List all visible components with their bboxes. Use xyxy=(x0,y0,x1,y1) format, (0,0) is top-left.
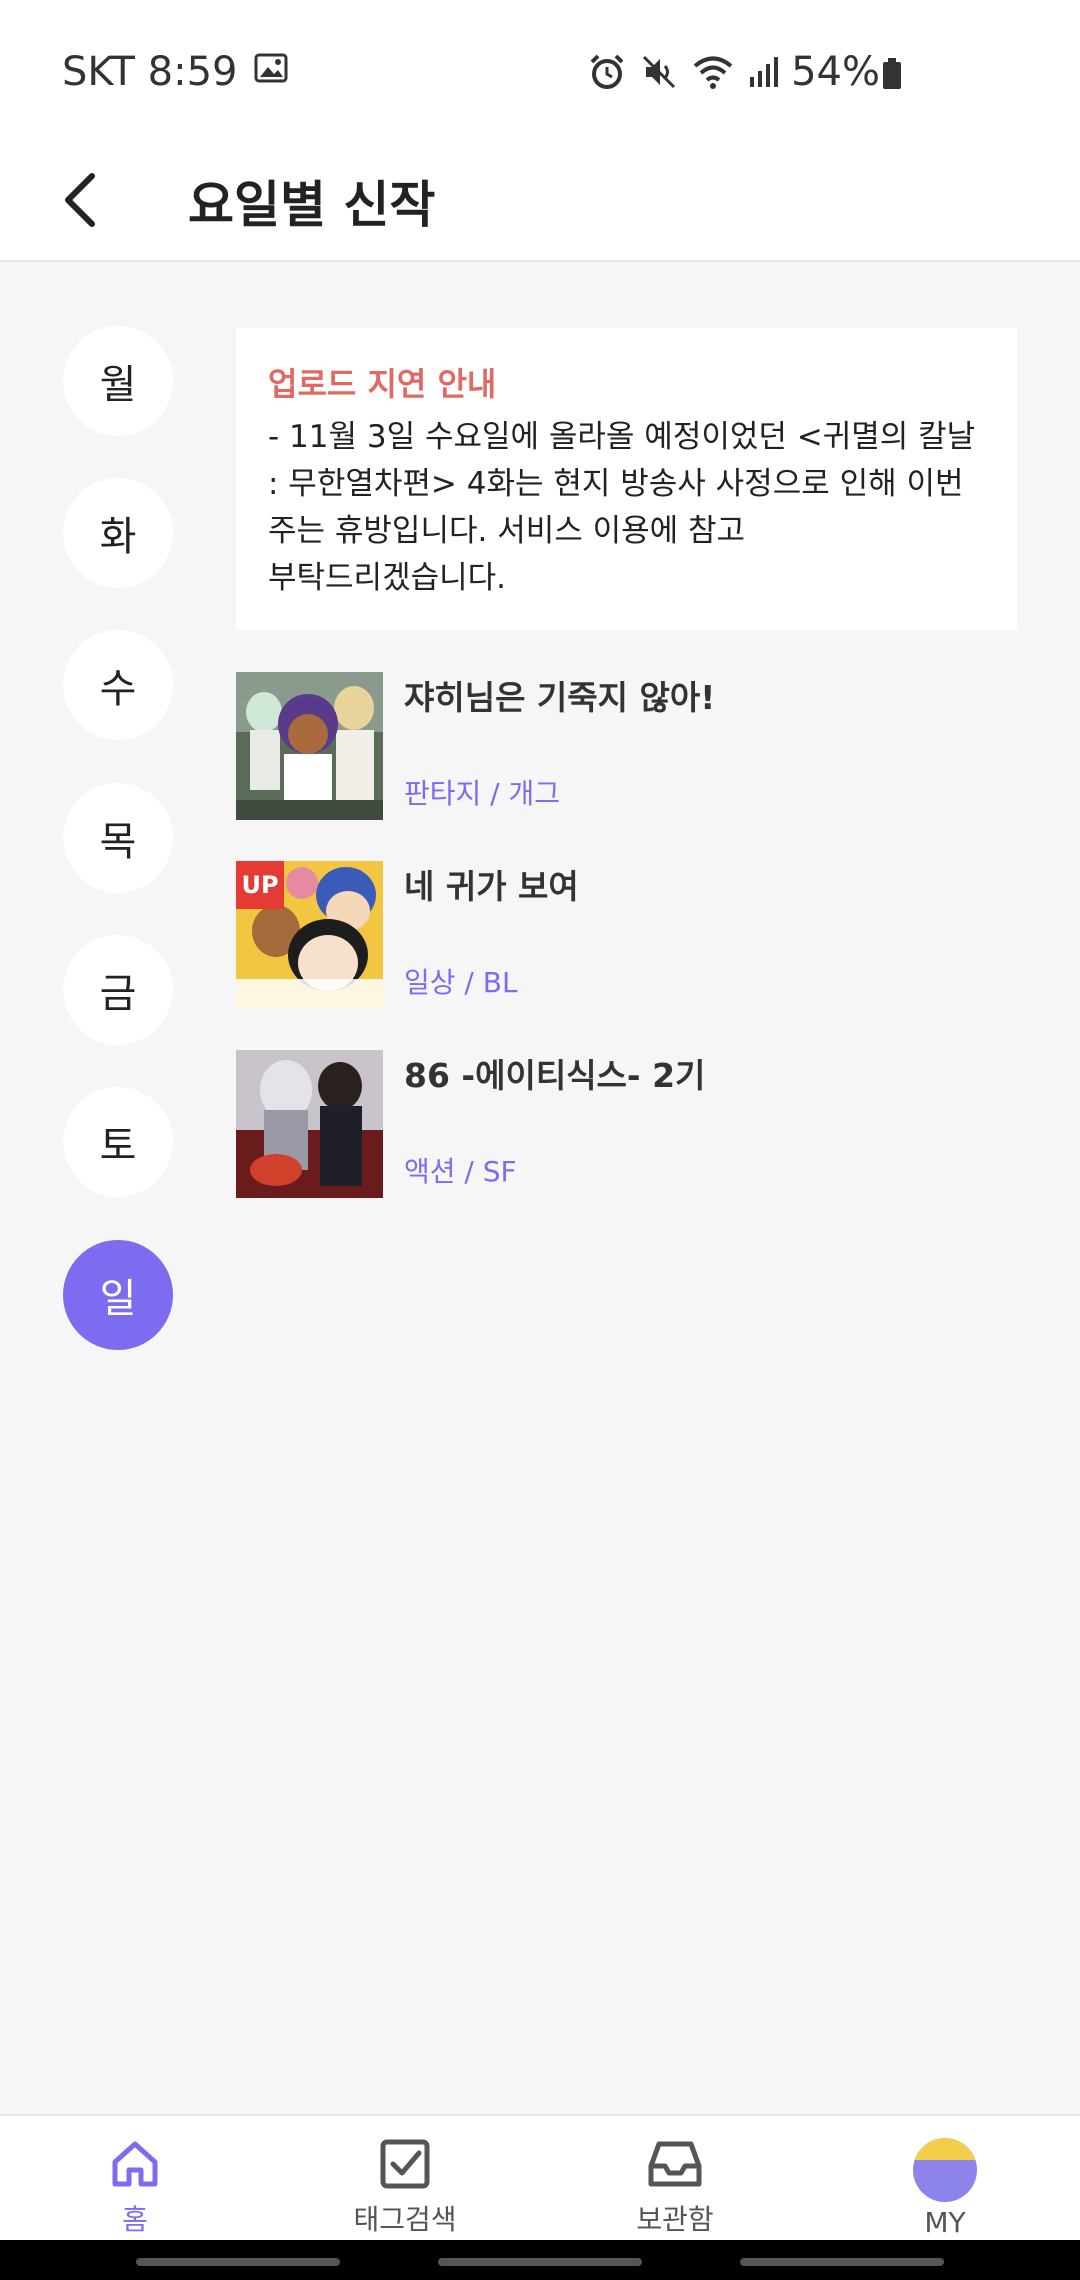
nav-home[interactable]: 홈 xyxy=(35,2116,235,2242)
gesture-bar xyxy=(0,2240,1080,2280)
app-bar: 요일별 신작 xyxy=(0,140,1080,262)
nav-label: 홈 xyxy=(122,2203,148,2236)
gesture-pill xyxy=(136,2258,340,2266)
comic-title: 쟈히님은 기죽지 않아! xyxy=(404,678,716,717)
home-icon xyxy=(109,2138,161,2194)
nav-my[interactable]: MY xyxy=(845,2116,1045,2242)
page-title: 요일별 신작 xyxy=(188,176,436,234)
day-label: 화 xyxy=(99,514,137,560)
day-label: 금 xyxy=(99,971,137,1017)
day-label: 월 xyxy=(99,362,137,408)
nav-library[interactable]: 보관함 xyxy=(575,2116,775,2242)
comic-thumbnail xyxy=(236,672,383,820)
notice-title: 업로드 지연 안내 xyxy=(268,365,497,403)
bottom-nav: 홈 태그검색 보관함 MY xyxy=(0,2114,1080,2240)
battery-icon xyxy=(882,58,902,94)
notice-card: 업로드 지연 안내 - 11월 3일 수요일에 올라올 예정이었던 <귀멸의 칼… xyxy=(236,328,1017,630)
day-mon-button[interactable]: 월 xyxy=(63,326,173,436)
back-button[interactable] xyxy=(30,152,130,252)
comic-item[interactable]: 쟈히님은 기죽지 않아! 판타지 / 개그 xyxy=(236,672,1017,820)
carrier-time: SKT 8:59 xyxy=(62,49,238,95)
day-tue-button[interactable]: 화 xyxy=(63,478,173,588)
day-sun-button[interactable]: 일 xyxy=(63,1240,173,1350)
day-wed-button[interactable]: 수 xyxy=(63,630,173,740)
checkbox-icon xyxy=(379,2138,431,2194)
notice-body: - 11월 3일 수요일에 올라올 예정이었던 <귀멸의 칼날 : 무한열차편>… xyxy=(268,419,976,596)
image-icon xyxy=(254,49,288,95)
comic-thumbnail: UP xyxy=(236,861,383,1009)
signal-icon xyxy=(748,55,780,89)
comic-title: 네 귀가 보여 xyxy=(404,867,579,906)
day-label: 토 xyxy=(99,1123,137,1169)
nav-label: 보관함 xyxy=(636,2203,714,2236)
mute-icon xyxy=(640,53,678,91)
comic-genre: 판타지 / 개그 xyxy=(404,777,561,810)
wifi-icon xyxy=(692,53,734,91)
comic-item[interactable]: 86 -에이티식스- 2기 액션 / SF xyxy=(236,1050,1017,1198)
inbox-icon xyxy=(647,2138,703,2194)
day-thu-button[interactable]: 목 xyxy=(63,783,173,893)
comic-thumbnail xyxy=(236,1050,383,1198)
gesture-pill xyxy=(740,2258,944,2266)
day-sat-button[interactable]: 토 xyxy=(63,1087,173,1197)
comic-genre: 일상 / BL xyxy=(404,966,518,999)
day-label: 목 xyxy=(99,819,137,865)
status-bar: SKT 8:59 54% xyxy=(0,0,1080,140)
comic-genre: 액션 / SF xyxy=(404,1155,517,1188)
back-arrow-icon xyxy=(60,172,100,232)
comic-title: 86 -에이티식스- 2기 xyxy=(404,1056,706,1095)
status-left: SKT 8:59 xyxy=(62,44,288,100)
alarm-icon xyxy=(588,53,626,91)
gesture-pill xyxy=(438,2258,642,2266)
day-label: 수 xyxy=(99,666,137,712)
battery-percent: 54% xyxy=(791,49,880,95)
status-icons xyxy=(588,44,780,100)
avatar-icon xyxy=(913,2138,977,2202)
day-label: 일 xyxy=(99,1276,137,1322)
comic-item[interactable]: UP 네 귀가 보여 일상 / BL xyxy=(236,861,1017,1009)
up-badge: UP xyxy=(236,861,284,909)
nav-label: MY xyxy=(924,2206,966,2239)
day-fri-button[interactable]: 금 xyxy=(63,935,173,1045)
nav-tag-search[interactable]: 태그검색 xyxy=(305,2116,505,2242)
nav-label: 태그검색 xyxy=(353,2203,457,2236)
